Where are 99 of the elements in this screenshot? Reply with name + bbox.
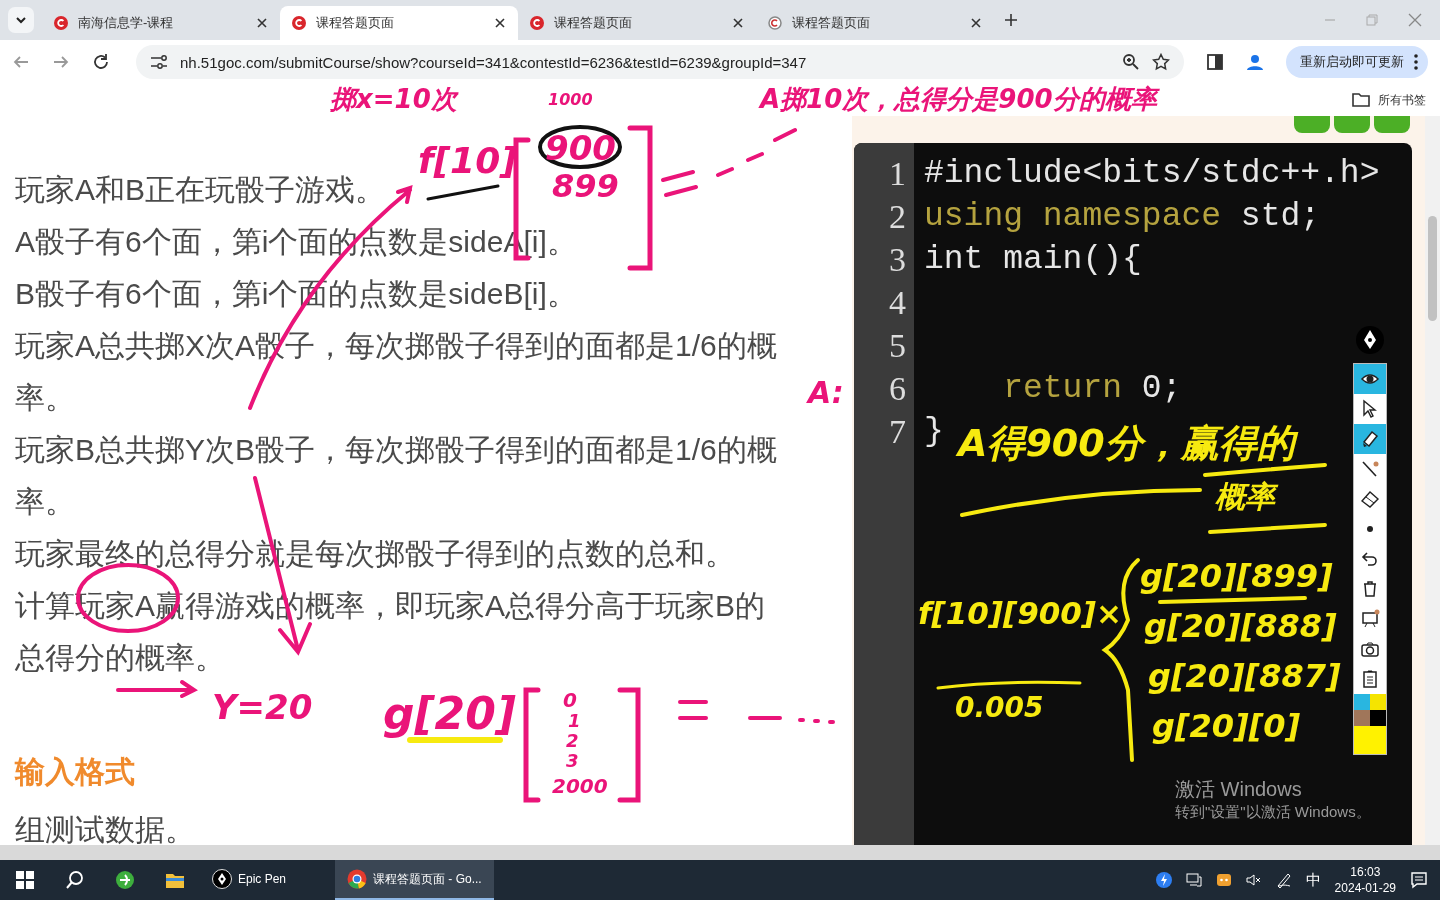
- color-swatch[interactable]: [1354, 726, 1386, 754]
- eraser-icon[interactable]: [1360, 489, 1380, 509]
- code-line: int main(){: [924, 240, 1142, 280]
- line-number: 6: [888, 369, 907, 409]
- site-settings-icon[interactable]: [150, 54, 168, 70]
- whiteboard-icon[interactable]: [1360, 609, 1380, 629]
- windows-start-icon[interactable]: [15, 870, 35, 890]
- pen-nib-icon[interactable]: [1355, 325, 1385, 355]
- handwritten-note: 2: [566, 732, 579, 750]
- handwritten-note: 掷x=10次: [330, 86, 457, 112]
- line-number: 5: [888, 326, 907, 366]
- tab-title: 南海信息学-课程: [78, 14, 175, 32]
- handwritten-note: Y=20: [212, 690, 313, 724]
- browser-tab[interactable]: 课程答题页面: [518, 6, 756, 40]
- pen-input-icon[interactable]: [1275, 872, 1292, 888]
- handwritten-note: 899: [552, 170, 619, 202]
- close-icon[interactable]: [732, 17, 744, 29]
- url-text: nh.51goc.com/submitCourse/show?courseId=341&contestId=6236&testId=6239&groupId=347: [180, 53, 808, 71]
- clipboard-icon[interactable]: [1360, 669, 1380, 689]
- color-swatch[interactable]: [1370, 710, 1386, 726]
- handwritten-note: g[20][0]: [1152, 710, 1301, 742]
- close-icon[interactable]: [970, 17, 982, 29]
- input-method-indicator[interactable]: 中: [1305, 870, 1321, 890]
- problem-text: 玩家A和B正在玩骰子游戏。: [15, 172, 386, 208]
- scrollbar[interactable]: [1425, 116, 1440, 845]
- bookmarks-folder[interactable]: 所有书签: [1352, 91, 1426, 109]
- line-number: 1: [888, 154, 907, 194]
- close-icon[interactable]: [494, 17, 506, 29]
- handwritten-note: 3: [566, 752, 579, 770]
- update-button[interactable]: 重新启动即可更新: [1286, 46, 1428, 78]
- handwritten-note: 900: [545, 131, 616, 165]
- handwritten-note: 2000: [552, 776, 608, 796]
- chevron-down-icon: [15, 14, 27, 26]
- section-heading: 输入格式: [15, 754, 135, 790]
- toolbar-button[interactable]: [1374, 116, 1410, 133]
- pen-nib-icon: [212, 869, 232, 889]
- network-icon[interactable]: [1185, 872, 1202, 888]
- tab-title: 课程答题页面: [792, 14, 871, 32]
- color-swatch[interactable]: [1354, 694, 1370, 710]
- taskbar-app[interactable]: Epic Pen: [200, 860, 335, 900]
- more-vertical-icon: [1414, 54, 1418, 70]
- folder-icon: [1352, 93, 1370, 107]
- problem-text: 玩家B总共掷Y次B骰子，每次掷骰子得到的面都是1/6的概率。: [15, 432, 778, 520]
- handwritten-note: g[20]: [383, 692, 516, 736]
- handwritten-note: g[20][887]: [1148, 660, 1341, 692]
- speaker-muted-icon[interactable]: [1245, 872, 1262, 888]
- activation-title: 激活 Windows: [1175, 777, 1302, 802]
- handwritten-note: 0.005: [955, 694, 1044, 722]
- toolbar-button[interactable]: [1294, 116, 1330, 133]
- camera-icon[interactable]: [1360, 639, 1380, 659]
- zoom-icon[interactable]: [1122, 53, 1140, 71]
- cursor-arrow-icon[interactable]: [1360, 399, 1380, 419]
- browser-tab[interactable]: 课程答题页面: [756, 6, 994, 40]
- handwritten-note: A:: [808, 378, 844, 408]
- handwritten-note: g[20][888]: [1144, 610, 1337, 642]
- reload-icon[interactable]: [92, 53, 110, 71]
- handwritten-note: 0: [563, 690, 577, 710]
- line-number: 4: [888, 283, 907, 323]
- search-icon[interactable]: [65, 870, 85, 890]
- handwritten-note: f[10]: [418, 143, 517, 179]
- address-bar[interactable]: nh.51goc.com/submitCourse/show?courseId=341&contestId=6236&testId=6239&groupId=347: [136, 45, 1184, 79]
- handwritten-note: 1: [568, 712, 581, 730]
- clock-time[interactable]: 16:03: [1350, 864, 1381, 880]
- toolbar-button[interactable]: [1334, 116, 1370, 133]
- browser-tab[interactable]: 南海信息学-课程: [42, 6, 280, 40]
- tab-title: 课程答题页面: [554, 14, 633, 32]
- browser-logo-icon: [347, 869, 367, 889]
- color-swatch[interactable]: [1370, 694, 1386, 710]
- line-number: 2: [888, 197, 907, 237]
- handwritten-note: f[10][900]×: [918, 598, 1122, 629]
- activation-text: 转到"设置"以激活 Windows。: [1175, 803, 1371, 822]
- line-number: 3: [888, 240, 907, 280]
- profile-icon[interactable]: [1246, 53, 1264, 71]
- tab-title: 课程答题页面: [316, 14, 395, 32]
- scrollbar[interactable]: [0, 845, 1440, 860]
- side-panel-icon[interactable]: [1206, 53, 1224, 71]
- close-icon[interactable]: [256, 17, 268, 29]
- section-text: 组测试数据。: [15, 812, 195, 845]
- clock-date[interactable]: 2024-01-29: [1334, 880, 1396, 896]
- lightning-icon[interactable]: [1155, 872, 1172, 888]
- notification-icon[interactable]: [1410, 871, 1428, 889]
- scrollbar-thumb[interactable]: [1428, 216, 1437, 321]
- line-tool-icon[interactable]: [1360, 459, 1380, 479]
- handwritten-note: g[20][899]: [1140, 560, 1333, 592]
- code-line: return 0;: [1002, 369, 1182, 409]
- code-line: }: [924, 412, 944, 452]
- color-swatch[interactable]: [1354, 710, 1370, 726]
- browser-tab[interactable]: 课程答题页面: [280, 6, 518, 40]
- line-number: 7: [888, 412, 907, 452]
- star-icon[interactable]: [1152, 53, 1170, 71]
- highlighter-icon[interactable]: [1360, 429, 1380, 449]
- cat-face-icon[interactable]: [1215, 872, 1232, 888]
- handwritten-note: 1000: [548, 92, 593, 108]
- taskbar-app[interactable]: 课程答题页面 - Go...: [335, 860, 494, 900]
- code-line: #include<bits/stdc++.h>: [924, 154, 1380, 194]
- new-tab-icon[interactable]: [1004, 13, 1018, 27]
- tab-list-button[interactable]: [8, 7, 34, 33]
- code-line: using namespace std;: [924, 197, 1321, 237]
- undo-icon[interactable]: [1360, 549, 1380, 569]
